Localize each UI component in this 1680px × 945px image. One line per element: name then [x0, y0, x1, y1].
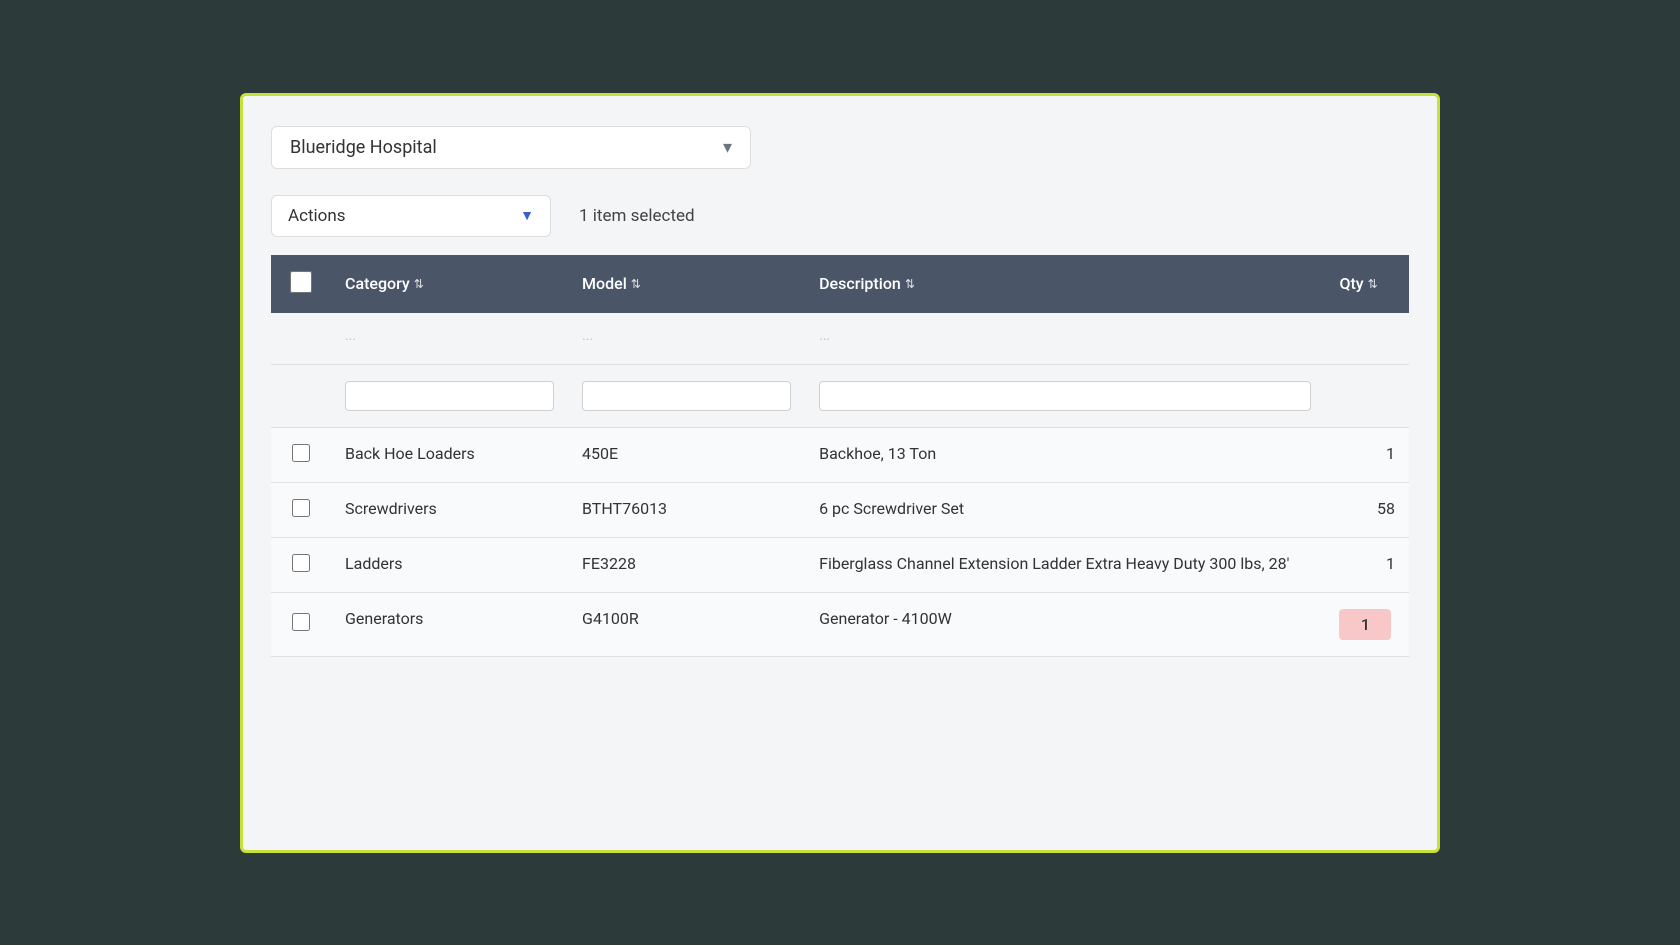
column-header-description[interactable]: Description ⇅ — [805, 255, 1325, 313]
row-checkbox[interactable] — [292, 554, 310, 572]
main-panel: Blueridge Hospital ▾ Actions ▼ 1 item se… — [240, 93, 1440, 853]
table-row: Generators G4100R Generator - 4100W 1 — [271, 592, 1409, 656]
actions-label: Actions — [288, 206, 346, 226]
select-all-checkbox[interactable] — [290, 271, 312, 293]
filter-row — [271, 364, 1409, 427]
row-checkbox[interactable] — [292, 613, 310, 631]
select-all-checkbox-header[interactable] — [271, 255, 331, 313]
sort-icon: ⇅ — [414, 277, 424, 291]
filter-description-input[interactable] — [819, 381, 1311, 411]
row-checkbox-cell[interactable] — [271, 592, 331, 656]
table-row: Back Hoe Loaders 450E Backhoe, 13 Ton 1 — [271, 427, 1409, 482]
cell-model: G4100R — [568, 592, 805, 656]
cell-description: Fiberglass Channel Extension Ladder Extr… — [805, 537, 1325, 592]
cell-description: 6 pc Screwdriver Set — [805, 482, 1325, 537]
cell-model: 450E — [568, 427, 805, 482]
cell-category: Ladders — [331, 537, 568, 592]
cell-qty: 1 — [1325, 427, 1409, 482]
hospital-selector[interactable]: Blueridge Hospital ▾ — [271, 126, 751, 169]
actions-dropdown[interactable]: Actions ▼ — [271, 195, 551, 237]
selection-status: 1 item selected — [579, 206, 695, 226]
column-header-category[interactable]: Category ⇅ — [331, 255, 568, 313]
cell-category: Generators — [331, 592, 568, 656]
cell-model: FE3228 — [568, 537, 805, 592]
column-header-model[interactable]: Model ⇅ — [568, 255, 805, 313]
cell-model: BTHT76013 — [568, 482, 805, 537]
cell-category: Back Hoe Loaders — [331, 427, 568, 482]
column-header-qty[interactable]: Qty ⇅ — [1325, 255, 1409, 313]
cell-qty: 58 — [1325, 482, 1409, 537]
row-checkbox-cell[interactable] — [271, 482, 331, 537]
sort-icon: ⇅ — [1368, 277, 1378, 291]
row-checkbox-cell[interactable] — [271, 537, 331, 592]
sort-icon: ⇅ — [631, 277, 641, 291]
row-checkbox[interactable] — [292, 444, 310, 462]
filter-model-input[interactable] — [582, 381, 791, 411]
sort-icon: ⇅ — [905, 277, 915, 291]
cell-qty: 1 — [1325, 537, 1409, 592]
hospital-name: Blueridge Hospital — [290, 137, 437, 158]
row-checkbox-cell[interactable] — [271, 427, 331, 482]
cell-description: Generator - 4100W — [805, 592, 1325, 656]
data-table: Category ⇅ Model ⇅ Description ⇅ — [271, 255, 1409, 657]
row-checkbox[interactable] — [292, 499, 310, 517]
cell-category: Screwdrivers — [331, 482, 568, 537]
table-row: Screwdrivers BTHT76013 6 pc Screwdriver … — [271, 482, 1409, 537]
cell-qty-highlighted: 1 — [1325, 592, 1409, 656]
table-row: Ladders FE3228 Fiberglass Channel Extens… — [271, 537, 1409, 592]
chevron-down-icon: ▾ — [723, 137, 732, 158]
cell-description: Backhoe, 13 Ton — [805, 427, 1325, 482]
partial-row: ··· ··· ··· — [271, 313, 1409, 365]
filter-category-input[interactable] — [345, 381, 554, 411]
dropdown-arrow-icon: ▼ — [520, 207, 534, 224]
table-header-row: Category ⇅ Model ⇅ Description ⇅ — [271, 255, 1409, 313]
actions-bar: Actions ▼ 1 item selected — [271, 195, 1409, 237]
